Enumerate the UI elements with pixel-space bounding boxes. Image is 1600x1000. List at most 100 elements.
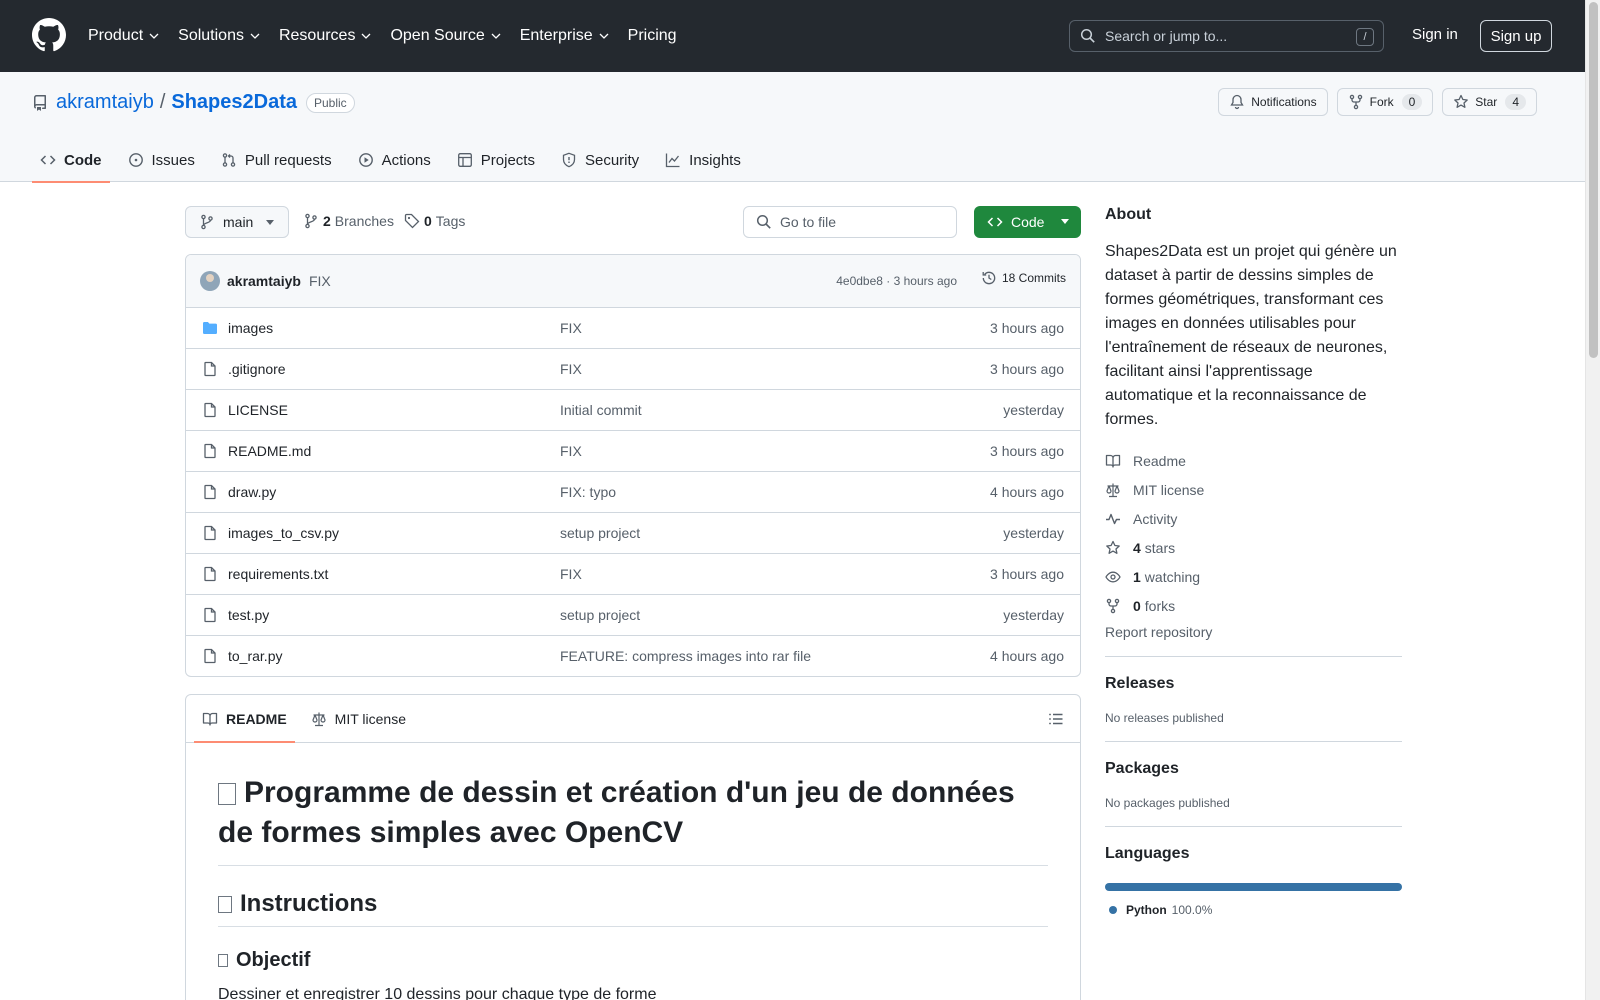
folder-icon bbox=[203, 322, 217, 334]
file-icon bbox=[204, 566, 216, 582]
file-commit-message[interactable]: FEATURE: compress images into rar file bbox=[560, 648, 811, 664]
tab-label: MIT license bbox=[334, 710, 406, 727]
list-icon[interactable] bbox=[1048, 711, 1064, 727]
nav-label: Enterprise bbox=[519, 27, 593, 44]
repo-owner-link[interactable]: akramtaiyb bbox=[56, 91, 154, 114]
file-commit-message[interactable]: FIX bbox=[560, 443, 582, 459]
star-button[interactable]: Star 4 bbox=[1442, 88, 1537, 116]
file-row[interactable]: .gitignore FIX 3 hours ago bbox=[186, 349, 1080, 390]
tab-code[interactable]: Code bbox=[32, 138, 110, 183]
readme-link[interactable]: Readme bbox=[1105, 446, 1402, 475]
notifications-button[interactable]: Notifications bbox=[1218, 88, 1328, 116]
file-row[interactable]: requirements.txt FIX 3 hours ago bbox=[186, 554, 1080, 595]
file-name-link[interactable]: images bbox=[228, 320, 273, 336]
chevron-down-icon bbox=[491, 33, 501, 39]
search-shortcut-hint: / bbox=[1356, 28, 1374, 46]
file-commit-message[interactable]: Initial commit bbox=[560, 402, 642, 418]
commit-message-link[interactable]: FIX bbox=[309, 273, 331, 289]
page-scrollbar[interactable] bbox=[1585, 0, 1600, 1000]
tab-license[interactable]: MIT license bbox=[303, 695, 414, 742]
commit-author-link[interactable]: akramtaiyb bbox=[227, 273, 301, 289]
stars-link[interactable]: 4 stars bbox=[1105, 533, 1402, 562]
history-icon bbox=[982, 271, 996, 285]
file-row[interactable]: images FIX 3 hours ago bbox=[186, 308, 1080, 349]
commits-history-link[interactable]: 18 Commits bbox=[981, 270, 1066, 286]
tab-pull-requests[interactable]: Pull requests bbox=[213, 138, 340, 182]
file-commit-message[interactable]: setup project bbox=[560, 525, 640, 541]
file-name-link[interactable]: draw.py bbox=[228, 484, 276, 500]
nav-label: Resources bbox=[278, 27, 356, 44]
fork-button[interactable]: Fork 0 bbox=[1336, 88, 1434, 116]
sign-up-button[interactable]: Sign up bbox=[1480, 20, 1552, 52]
file-row[interactable]: LICENSE Initial commit yesterday bbox=[186, 390, 1080, 431]
file-name-link[interactable]: images_to_csv.py bbox=[228, 525, 339, 541]
tab-security[interactable]: Security bbox=[553, 138, 647, 182]
file-name-link[interactable]: test.py bbox=[228, 607, 269, 623]
code-dropdown-button[interactable]: Code bbox=[974, 206, 1081, 238]
file-name-link[interactable]: .gitignore bbox=[228, 361, 286, 377]
readme-heading-3: Objectif bbox=[218, 949, 1048, 972]
play-circle-icon bbox=[358, 153, 373, 167]
file-row[interactable]: draw.py FIX: typo 4 hours ago bbox=[186, 472, 1080, 513]
scrollbar-thumb[interactable] bbox=[1589, 2, 1598, 358]
activity-link[interactable]: Activity bbox=[1105, 504, 1402, 533]
file-commit-message[interactable]: FIX bbox=[560, 320, 582, 336]
file-name-link[interactable]: to_rar.py bbox=[228, 648, 282, 664]
sign-in-link[interactable]: Sign in bbox=[1412, 26, 1458, 43]
global-search-input[interactable]: Search or jump to... / bbox=[1069, 20, 1384, 52]
file-row[interactable]: README.md FIX 3 hours ago bbox=[186, 431, 1080, 472]
file-row[interactable]: to_rar.py FEATURE: compress images into … bbox=[186, 636, 1080, 676]
file-row[interactable]: images_to_csv.py setup project yesterday bbox=[186, 513, 1080, 554]
nav-open-source[interactable]: Open Source bbox=[390, 27, 501, 45]
branches-link[interactable]: 2 Branches bbox=[303, 213, 394, 229]
repo-name-link[interactable]: Shapes2Data bbox=[171, 91, 297, 114]
nav-label: Solutions bbox=[178, 27, 244, 44]
repo-tabs: Code Issues Pull requests Actions Projec… bbox=[32, 138, 759, 183]
file-commit-message[interactable]: FIX bbox=[560, 361, 582, 377]
github-logo-icon[interactable] bbox=[32, 18, 66, 52]
report-repository-link[interactable]: Report repository bbox=[1105, 624, 1402, 640]
language-item[interactable]: Python 100.0% bbox=[1105, 903, 1402, 917]
file-row[interactable]: test.py setup project yesterday bbox=[186, 595, 1080, 636]
nav-product[interactable]: Product bbox=[88, 27, 160, 45]
tab-issues[interactable]: Issues bbox=[120, 138, 203, 182]
readme-heading-1: Programme de dessin et création d'un jeu… bbox=[218, 773, 1048, 866]
bell-icon bbox=[1230, 94, 1244, 110]
avatar[interactable] bbox=[200, 271, 220, 291]
graph-icon bbox=[666, 153, 680, 168]
packages-heading[interactable]: Packages bbox=[1105, 760, 1402, 778]
forks-link[interactable]: 0 forks bbox=[1105, 591, 1402, 620]
nav-label: Product bbox=[88, 27, 144, 44]
tab-projects[interactable]: Projects bbox=[449, 138, 543, 182]
issue-icon bbox=[128, 153, 143, 167]
tab-actions[interactable]: Actions bbox=[350, 138, 439, 182]
tab-insights[interactable]: Insights bbox=[657, 138, 749, 182]
file-name-link[interactable]: LICENSE bbox=[228, 402, 288, 418]
file-commit-message[interactable]: FIX: typo bbox=[560, 484, 616, 500]
file-name-link[interactable]: requirements.txt bbox=[228, 566, 328, 582]
about-heading: About bbox=[1105, 206, 1152, 223]
license-link[interactable]: MIT license bbox=[1105, 475, 1402, 504]
branch-selector[interactable]: main bbox=[185, 206, 289, 238]
nav-enterprise[interactable]: Enterprise bbox=[520, 27, 610, 45]
tab-label: Issues bbox=[151, 151, 195, 169]
chevron-down-icon bbox=[250, 33, 260, 39]
file-commit-message[interactable]: FIX bbox=[560, 566, 582, 582]
watching-link[interactable]: 1 watching bbox=[1105, 562, 1402, 591]
nav-pricing[interactable]: Pricing bbox=[628, 27, 677, 45]
go-to-file-input[interactable]: Go to file bbox=[743, 206, 957, 238]
tab-readme[interactable]: README bbox=[194, 695, 295, 743]
file-name-link[interactable]: README.md bbox=[228, 443, 311, 459]
nav-resources[interactable]: Resources bbox=[279, 27, 372, 45]
tags-link[interactable]: 0 Tags bbox=[404, 213, 465, 229]
packages-section: Packages No packages published bbox=[1105, 741, 1402, 810]
book-icon bbox=[1105, 454, 1121, 468]
releases-heading[interactable]: Releases bbox=[1105, 675, 1402, 693]
readme-tabs: README MIT license bbox=[186, 695, 1080, 743]
file-commit-message[interactable]: setup project bbox=[560, 607, 640, 623]
commit-sha-time[interactable]: 4e0dbe8 · 3 hours ago bbox=[836, 274, 957, 288]
chevron-down-icon bbox=[149, 33, 159, 39]
language-percent: 100.0% bbox=[1171, 903, 1213, 917]
nav-solutions[interactable]: Solutions bbox=[178, 27, 261, 45]
tags-count: 0 bbox=[424, 213, 432, 229]
